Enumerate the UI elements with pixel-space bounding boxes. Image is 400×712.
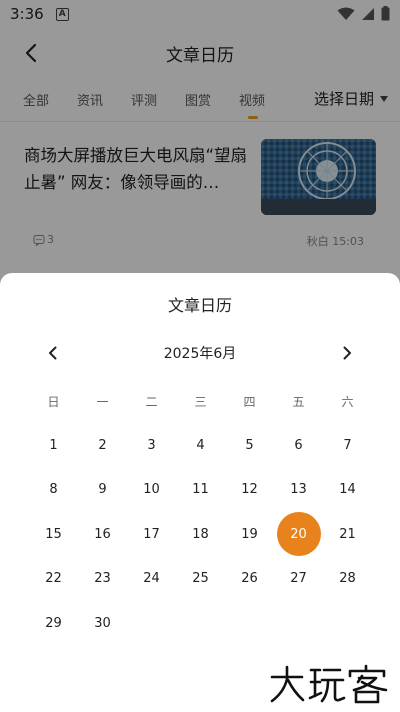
weekday-label: 二: [145, 395, 158, 409]
calendar-day-number: 20: [276, 512, 321, 557]
calendar-day[interactable]: 13: [274, 468, 323, 513]
calendar-day[interactable]: 11: [176, 468, 225, 513]
calendar-day[interactable]: 17: [127, 512, 176, 557]
calendar-day[interactable]: 16: [78, 512, 127, 557]
calendar-day[interactable]: 1: [29, 423, 78, 468]
calendar-day-number: 29: [45, 615, 62, 631]
calendar-day-number: 25: [192, 571, 209, 587]
calendar-day[interactable]: 3: [127, 423, 176, 468]
weekday-label: 五: [292, 395, 305, 409]
next-month-button[interactable]: [335, 341, 359, 365]
calendar-day-number: 15: [45, 526, 62, 542]
calendar-day-number: 7: [343, 437, 352, 453]
calendar-day-number: 9: [98, 482, 107, 498]
calendar-day[interactable]: 27: [274, 557, 323, 602]
calendar-day[interactable]: 7: [323, 423, 372, 468]
calendar-day-number: 13: [290, 482, 307, 498]
calendar-day[interactable]: 25: [176, 557, 225, 602]
calendar-day-number: 4: [196, 437, 205, 453]
calendar-day-number: 12: [241, 482, 258, 498]
calendar-day[interactable]: 19: [225, 512, 274, 557]
calendar-day[interactable]: 15: [29, 512, 78, 557]
calendar-day[interactable]: 10: [127, 468, 176, 513]
calendar-day-number: 22: [45, 571, 62, 587]
weekday-label: 一: [96, 395, 109, 409]
calendar-day-number: 28: [339, 571, 356, 587]
calendar-title: 文章日历: [167, 296, 232, 315]
calendar-day-number: 1: [49, 437, 58, 453]
calendar-day[interactable]: 9: [78, 468, 127, 513]
calendar-day-number: 21: [339, 526, 356, 542]
watermark-logo: [268, 664, 392, 704]
calendar-day-number: 14: [339, 482, 356, 498]
calendar-day[interactable]: 21: [323, 512, 372, 557]
calendar-day[interactable]: 5: [225, 423, 274, 468]
calendar-day-number: 30: [94, 615, 111, 631]
calendar-day-number: 18: [192, 526, 209, 542]
calendar-day[interactable]: 12: [225, 468, 274, 513]
calendar-day[interactable]: 14: [323, 468, 372, 513]
month-navigation: 2025年6月: [0, 339, 400, 365]
calendar-sheet: 文章日历 2025年6月 日一二三四五六 1 2 3 4 5 6 7 8 9 10 11 12 13 14…: [0, 273, 400, 712]
calendar-day-number: 6: [294, 437, 303, 453]
weekday-header: 日一二三四五六: [29, 393, 372, 410]
calendar-day-number: 11: [192, 482, 209, 498]
calendar-day[interactable]: 26: [225, 557, 274, 602]
calendar-day-number: 3: [147, 437, 156, 453]
weekday-label: 三: [194, 395, 207, 409]
calendar-day[interactable]: 4: [176, 423, 225, 468]
calendar-day[interactable]: 28: [323, 557, 372, 602]
calendar-day[interactable]: 2: [78, 423, 127, 468]
calendar-day-number: 24: [143, 571, 160, 587]
calendar-day[interactable]: 6: [274, 423, 323, 468]
calendar-day[interactable]: 18: [176, 512, 225, 557]
calendar-day-number: 2: [98, 437, 107, 453]
weekday-label: 六: [341, 395, 354, 409]
chevron-right-icon: [343, 346, 351, 360]
calendar-day-number: 5: [245, 437, 254, 453]
weekday-label: 日: [47, 395, 60, 409]
calendar-day-number: 19: [241, 526, 258, 542]
calendar-day-number: 26: [241, 571, 258, 587]
calendar-grid: 1 2 3 4 5 6 7 8 9 10 11 12 13 14 15 16 17 18 19 20 21 22 23 24 2…: [29, 423, 372, 646]
calendar-day[interactable]: 23: [78, 557, 127, 602]
calendar-day[interactable]: 22: [29, 557, 78, 602]
calendar-day-number: 17: [143, 526, 160, 542]
calendar-day-number: 10: [143, 482, 160, 498]
calendar-day[interactable]: 30: [78, 601, 127, 646]
calendar-day[interactable]: 24: [127, 557, 176, 602]
calendar-day-number: 23: [94, 571, 111, 587]
calendar-day[interactable]: 8: [29, 468, 78, 513]
weekday-label: 四: [243, 395, 256, 409]
calendar-day-number: 16: [94, 526, 111, 542]
calendar-day-number: 8: [49, 482, 58, 498]
calendar-day-number: 27: [290, 571, 307, 587]
calendar-day[interactable]: 29: [29, 601, 78, 646]
calendar-day-selected[interactable]: 20: [274, 512, 323, 557]
